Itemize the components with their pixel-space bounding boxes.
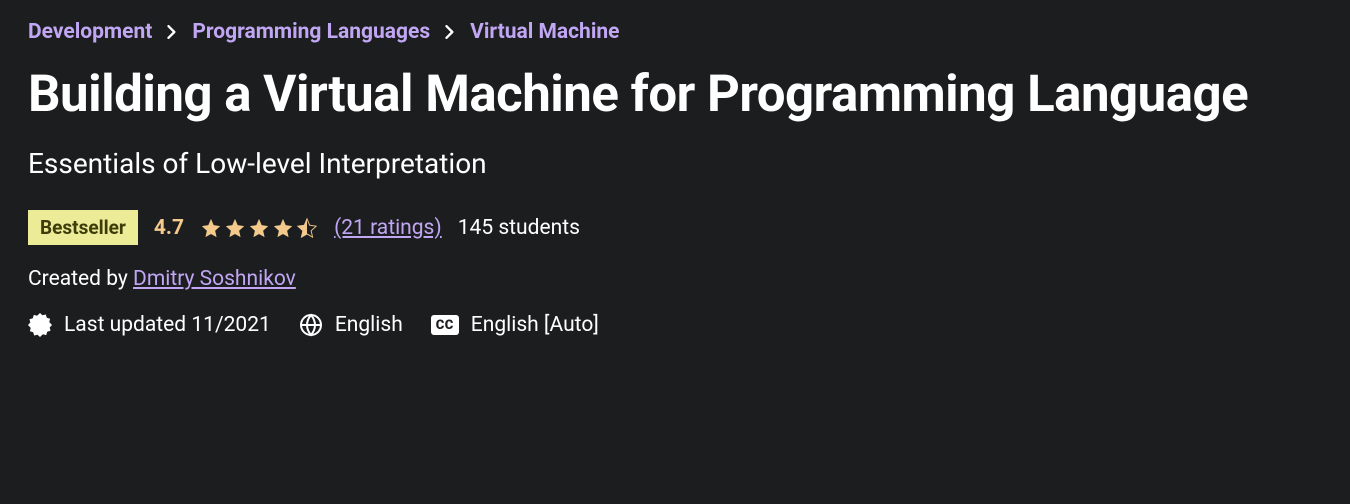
captions-text: English [Auto] <box>471 313 599 337</box>
rating-value: 4.7 <box>154 216 184 240</box>
author-link[interactable]: Dmitry Soshnikov <box>133 267 296 291</box>
breadcrumb-link-programming-languages[interactable]: Programming Languages <box>192 20 430 44</box>
star-rating <box>200 217 318 239</box>
breadcrumb-link-virtual-machine[interactable]: Virtual Machine <box>470 20 619 44</box>
captions-item: CC English [Auto] <box>431 313 599 337</box>
last-updated-item: Last updated 11/2021 <box>28 313 271 337</box>
last-updated-text: Last updated 11/2021 <box>64 313 271 337</box>
chevron-right-icon <box>166 25 178 39</box>
students-count: 145 students <box>458 216 580 240</box>
created-by-label: Created by <box>28 267 133 291</box>
globe-icon <box>299 313 323 337</box>
star-icon <box>248 217 270 239</box>
meta-row: Bestseller 4.7 (21 ratings) 145 students <box>28 210 1322 245</box>
star-icon <box>200 217 222 239</box>
course-subtitle: Essentials of Low-level Interpretation <box>28 147 1322 180</box>
created-by-row: Created by Dmitry Soshnikov <box>28 267 1322 291</box>
language-item: English <box>299 313 403 337</box>
star-icon <box>272 217 294 239</box>
language-text: English <box>335 313 403 337</box>
bestseller-badge: Bestseller <box>28 210 138 245</box>
breadcrumb-link-development[interactable]: Development <box>28 20 152 44</box>
cc-icon: CC <box>431 315 459 335</box>
ratings-link[interactable]: (21 ratings) <box>334 216 442 240</box>
star-icon <box>224 217 246 239</box>
star-half-icon <box>296 217 318 239</box>
breadcrumb: Development Programming Languages Virtua… <box>28 20 1322 44</box>
badge-new-icon <box>28 313 52 337</box>
info-row: Last updated 11/2021 English CC English … <box>28 313 1322 337</box>
chevron-right-icon <box>444 25 456 39</box>
course-title: Building a Virtual Machine for Programmi… <box>28 64 1322 125</box>
